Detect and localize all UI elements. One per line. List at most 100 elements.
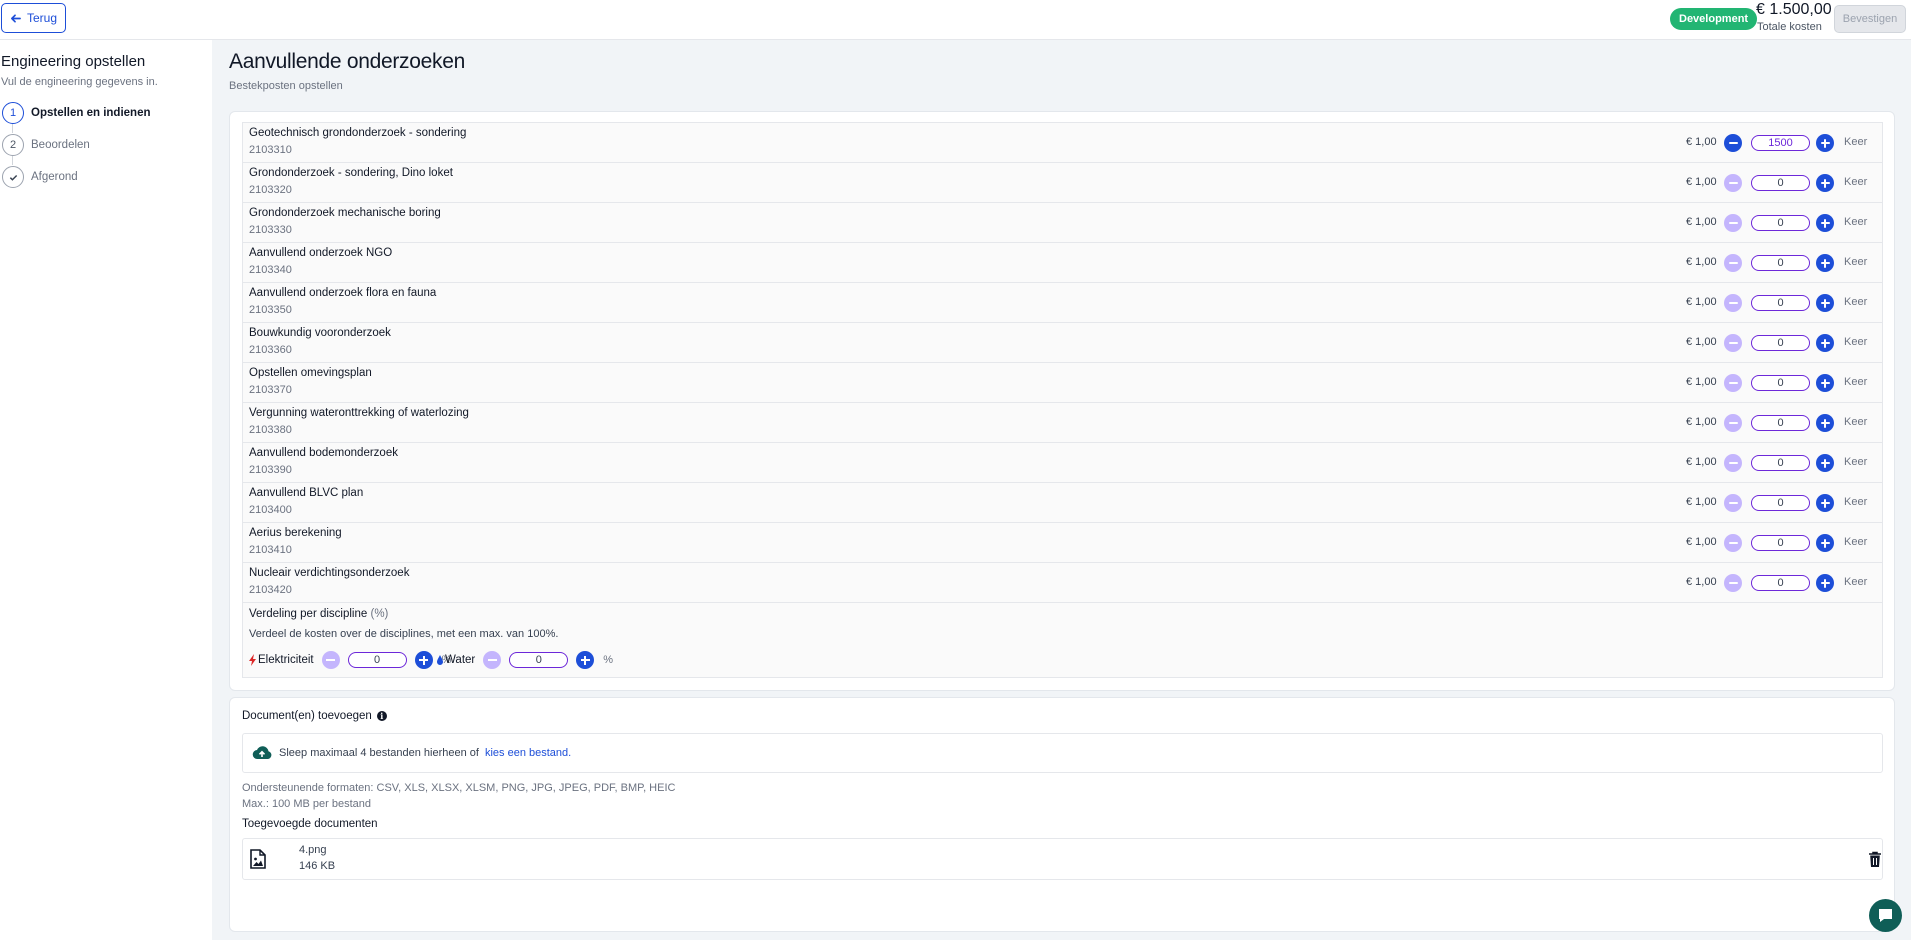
trash-icon[interactable] (1868, 851, 1882, 868)
item-unit: Keer (1844, 376, 1868, 388)
item-name: Aerius berekening (249, 527, 342, 539)
increase-button[interactable] (414, 651, 433, 669)
item-name: Aanvullend bodemonderzoek (249, 447, 398, 459)
item-unit: Keer (1844, 496, 1868, 508)
quantity-input[interactable] (1751, 535, 1810, 551)
quantity-input[interactable] (1751, 135, 1810, 151)
decrease-button[interactable] (1724, 534, 1742, 552)
item-code: 2103350 (249, 304, 292, 316)
decrease-button[interactable] (1724, 414, 1742, 432)
decrease-button[interactable] (1724, 494, 1742, 512)
item-price: € 1,00 (1686, 296, 1717, 308)
increase-button[interactable] (1816, 574, 1834, 592)
decrease-button[interactable] (1724, 574, 1742, 592)
quantity-input[interactable] (1751, 415, 1810, 431)
item-code: 2103360 (249, 344, 292, 356)
page-subtitle: Bestekposten opstellen (229, 80, 343, 92)
item-row: Grondonderzoek mechanische boring 2103330… (243, 203, 1882, 243)
decrease-button[interactable] (1724, 174, 1742, 192)
item-row: Opstellen omevingsplan 2103370 € 1,00 Keer (243, 363, 1882, 403)
choose-file-link[interactable]: kies een bestand. (485, 747, 571, 759)
step-connector (12, 123, 13, 133)
water-input[interactable] (509, 652, 569, 668)
quantity-input[interactable] (1751, 215, 1810, 231)
item-code: 2103390 (249, 464, 292, 476)
decrease-button[interactable] (1724, 374, 1742, 392)
percent-unit: % (603, 654, 614, 666)
item-price: € 1,00 (1686, 576, 1717, 588)
increase-button[interactable] (1816, 494, 1834, 512)
sidebar-title: Engineering opstellen (1, 53, 146, 70)
increase-button[interactable] (1816, 454, 1834, 472)
added-documents-title: Toegevoegde documenten (242, 818, 378, 830)
quantity-input[interactable] (1751, 495, 1810, 511)
top-bar: Terug Development € 1.500,00 Totale kost… (0, 0, 1911, 40)
quantity-input[interactable] (1751, 255, 1810, 271)
increase-button[interactable] (1816, 334, 1834, 352)
quantity-input[interactable] (1751, 455, 1810, 471)
item-price: € 1,00 (1686, 456, 1717, 468)
step-check (2, 166, 24, 188)
step-opstellen[interactable]: 1 Opstellen en indienen (2, 102, 151, 124)
file-name: 4.png (299, 844, 327, 856)
page-title: Aanvullende onderzoeken (229, 50, 465, 73)
decrease-button[interactable] (1724, 254, 1742, 272)
item-unit: Keer (1844, 336, 1868, 348)
discipline-title-suffix: (%) (370, 608, 389, 620)
decrease-button[interactable] (1724, 334, 1742, 352)
discipline-water: Water % (436, 651, 613, 669)
quantity-input[interactable] (1751, 375, 1810, 391)
back-button[interactable]: Terug (1, 3, 67, 33)
decrease-button[interactable] (483, 651, 502, 669)
sidebar-subtitle: Vul de engineering gegevens in. (1, 76, 158, 88)
step-label: Afgerond (31, 171, 78, 183)
quantity-input[interactable] (1751, 295, 1810, 311)
item-price: € 1,00 (1686, 176, 1717, 188)
item-name: Aanvullend BLVC plan (249, 487, 364, 499)
file-dropzone[interactable]: Sleep maximaal 4 bestanden hierheen of k… (242, 733, 1883, 773)
item-name: Bouwkundig vooronderzoek (249, 327, 391, 339)
item-code: 2103420 (249, 584, 292, 596)
increase-button[interactable] (1816, 254, 1834, 272)
discipline-label: Elektriciteit (258, 654, 314, 666)
item-row: Aanvullend bodemonderzoek 2103390 € 1,00 Ke… (243, 443, 1882, 483)
decrease-button[interactable] (1724, 294, 1742, 312)
item-code: 2103320 (249, 184, 292, 196)
item-unit: Keer (1844, 296, 1868, 308)
decrease-button[interactable] (1724, 214, 1742, 232)
quantity-input[interactable] (1751, 175, 1810, 191)
decrease-button[interactable] (321, 651, 340, 669)
decrease-button[interactable] (1724, 454, 1742, 472)
decrease-button[interactable] (1724, 134, 1742, 152)
info-icon[interactable]: i (376, 711, 387, 721)
item-name: Vergunning wateronttrekking of waterlozi… (249, 407, 469, 419)
increase-button[interactable] (1816, 174, 1834, 192)
water-drop-icon (437, 655, 443, 665)
item-price: € 1,00 (1686, 536, 1717, 548)
item-price: € 1,00 (1686, 256, 1717, 268)
item-row: Bouwkundig vooronderzoek 2103360 € 1,00 Kee… (243, 323, 1882, 363)
discipline-label: Water (445, 654, 476, 666)
chat-icon (1879, 909, 1892, 922)
step-beoordelen[interactable]: 2 Beoordelen (2, 134, 90, 156)
items-card: Geotechnisch grondonderzoek - sondering 2… (229, 111, 1895, 691)
increase-button[interactable] (1816, 414, 1834, 432)
chat-button[interactable] (1869, 899, 1902, 932)
increase-button[interactable] (576, 651, 595, 669)
increase-button[interactable] (1816, 374, 1834, 392)
increase-button[interactable] (1816, 294, 1834, 312)
increase-button[interactable] (1816, 214, 1834, 232)
item-row: Grondonderzoek - sondering, Dino loket 21… (243, 163, 1882, 203)
increase-button[interactable] (1816, 134, 1834, 152)
image-file-icon (250, 849, 266, 869)
step-label: Beoordelen (31, 139, 90, 151)
increase-button[interactable] (1816, 534, 1834, 552)
elektriciteit-input[interactable] (347, 652, 407, 668)
step-afgerond[interactable]: Afgerond (2, 166, 78, 188)
quantity-input[interactable] (1751, 335, 1810, 351)
step-number: 2 (2, 134, 24, 156)
quantity-input[interactable] (1751, 575, 1810, 591)
item-unit: Keer (1844, 176, 1868, 188)
confirm-button[interactable]: Bevestigen (1834, 5, 1906, 33)
item-name: Geotechnisch grondonderzoek - sondering (249, 127, 467, 139)
